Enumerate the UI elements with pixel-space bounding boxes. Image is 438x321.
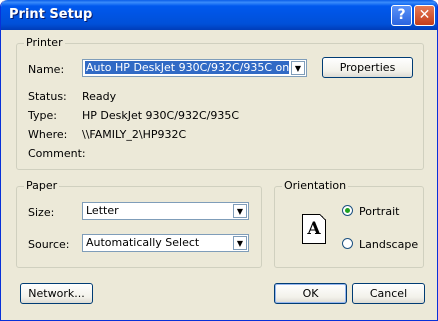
help-icon[interactable]: ? <box>391 5 412 26</box>
comment-label: Comment: <box>28 147 86 160</box>
close-icon[interactable]: ✕ <box>414 5 435 26</box>
paper-source-value: Automatically Select <box>86 236 200 249</box>
landscape-label[interactable]: Landscape <box>359 238 418 251</box>
status-label: Status: <box>28 90 67 103</box>
source-label: Source: <box>28 238 70 251</box>
ok-button[interactable]: OK <box>274 283 347 304</box>
chevron-down-icon[interactable]: ▼ <box>233 236 247 250</box>
paper-size-combo[interactable]: Letter ▼ <box>82 202 249 220</box>
portrait-radio[interactable] <box>342 205 353 216</box>
chevron-down-icon[interactable]: ▼ <box>291 61 305 75</box>
landscape-radio[interactable] <box>342 238 353 249</box>
name-label: Name: <box>28 63 65 76</box>
paper-source-combo[interactable]: Automatically Select ▼ <box>82 234 249 252</box>
printer-group-label: Printer <box>24 36 65 49</box>
network-button[interactable]: Network... <box>20 283 93 304</box>
properties-button[interactable]: Properties <box>322 57 413 78</box>
window-title: Print Setup <box>9 7 93 22</box>
size-label: Size: <box>28 206 55 219</box>
status-value: Ready <box>82 90 117 103</box>
where-label: Where: <box>28 128 68 141</box>
where-value: \\FAMILY_2\HP932C <box>82 128 187 141</box>
orientation-group-label: Orientation <box>282 179 349 192</box>
paper-group: Paper <box>16 179 262 268</box>
orientation-group: Orientation <box>274 179 424 268</box>
paper-size-value: Letter <box>86 204 119 217</box>
title-bar[interactable]: Print Setup ? ✕ <box>1 0 437 30</box>
cancel-button[interactable]: Cancel <box>352 283 425 304</box>
type-value: HP DeskJet 930C/932C/935C <box>82 109 240 122</box>
portrait-label[interactable]: Portrait <box>359 205 399 218</box>
print-setup-dialog: Print Setup ? ✕ Printer Name: Auto HP De… <box>0 0 438 321</box>
printer-name-combo[interactable]: Auto HP DeskJet 930C/932C/935C on FAM ▼ <box>82 59 307 77</box>
page-orientation-icon: A <box>302 214 326 244</box>
chevron-down-icon[interactable]: ▼ <box>233 204 247 218</box>
paper-group-label: Paper <box>24 179 60 192</box>
printer-name-value: Auto HP DeskJet 930C/932C/935C on FAM <box>85 61 289 74</box>
type-label: Type: <box>28 109 57 122</box>
